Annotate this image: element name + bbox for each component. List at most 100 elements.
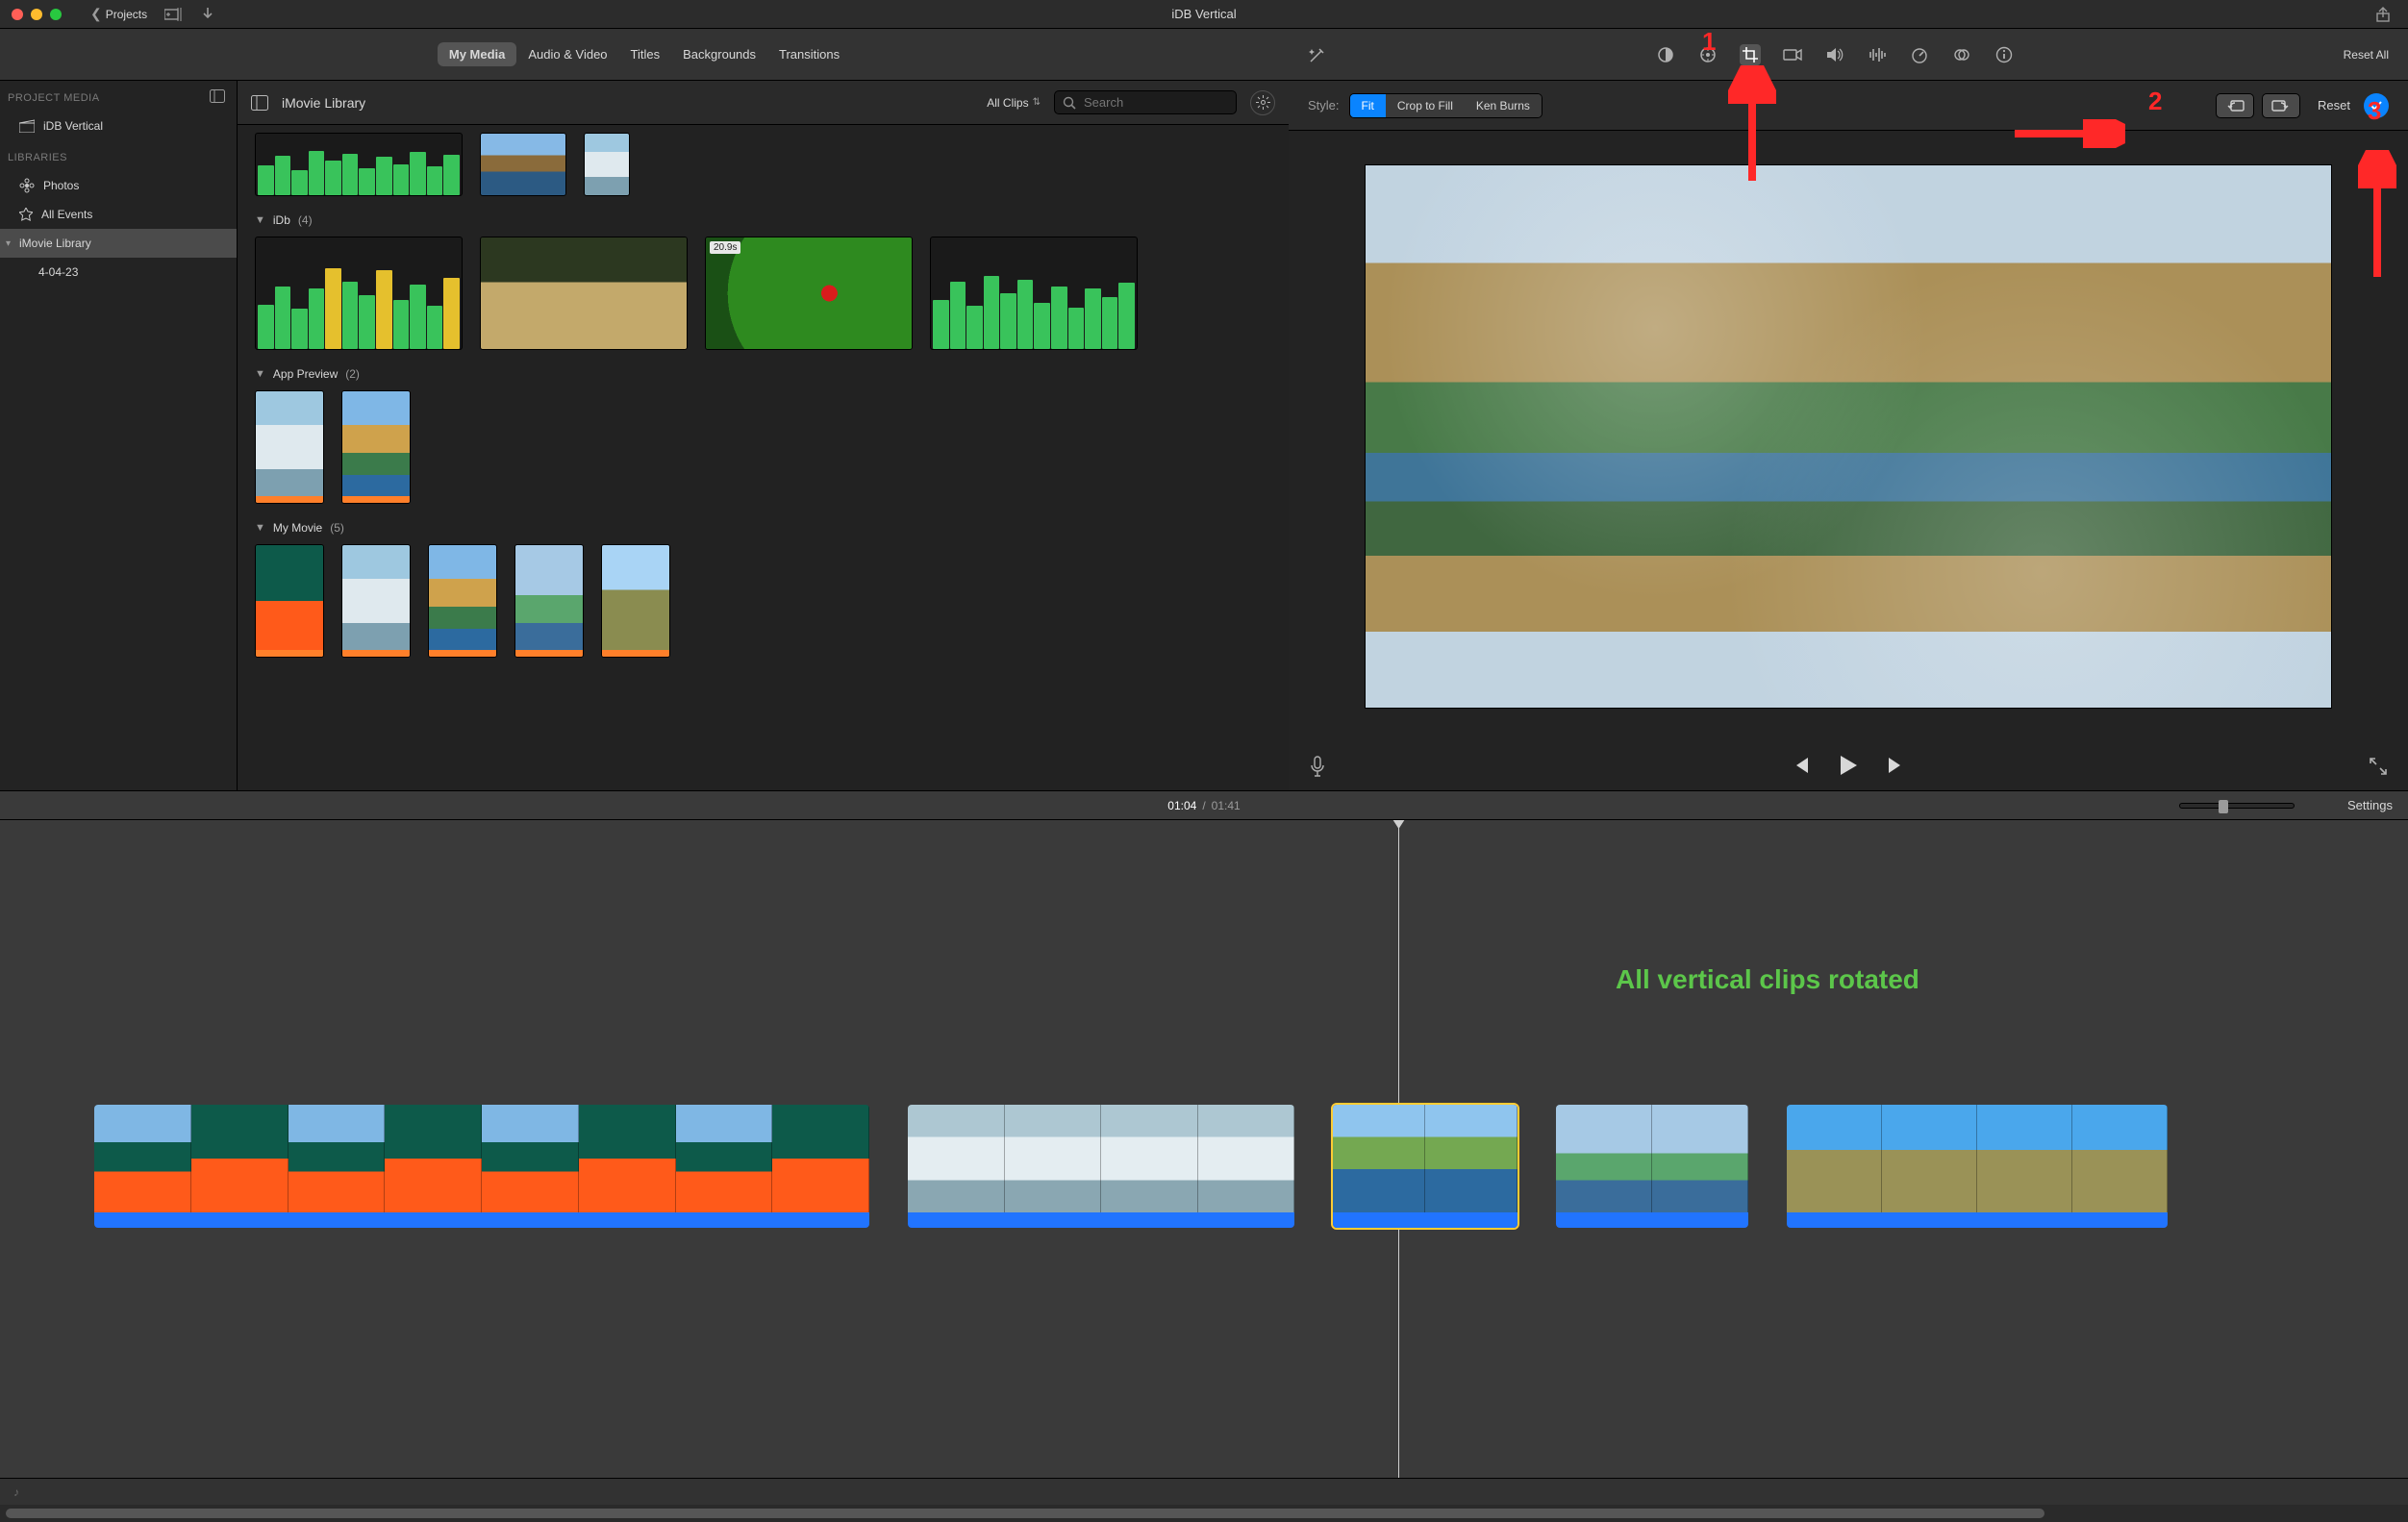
timeline-audio-row[interactable]: ♪ bbox=[0, 1478, 2408, 1505]
zoom-slider[interactable] bbox=[2179, 803, 2295, 809]
style-label: Style: bbox=[1308, 98, 1340, 112]
voiceover-icon[interactable] bbox=[1310, 756, 1325, 777]
download-icon[interactable] bbox=[201, 7, 214, 22]
search-input[interactable] bbox=[1082, 94, 1228, 111]
noise-reduction-icon[interactable] bbox=[1867, 44, 1888, 65]
reset-all-button[interactable]: Reset All bbox=[2344, 48, 2389, 62]
share-button[interactable] bbox=[2375, 6, 2391, 26]
reset-crop-button[interactable]: Reset bbox=[2318, 98, 2350, 112]
sidebar-toggle-icon[interactable] bbox=[251, 95, 268, 111]
tab-titles[interactable]: Titles bbox=[619, 42, 672, 66]
clip-trim-handle-right[interactable] bbox=[1294, 1105, 1296, 1228]
timeline-settings-button[interactable]: Settings bbox=[2347, 798, 2393, 812]
stabilization-icon[interactable] bbox=[1782, 44, 1803, 65]
event-header-app-preview[interactable]: ▼ App Preview (2) bbox=[255, 367, 1271, 381]
timeline-clip[interactable] bbox=[92, 1103, 871, 1230]
sidebar-item-all-events[interactable]: All Events bbox=[0, 200, 237, 229]
timeline-clip-selected[interactable] bbox=[1331, 1103, 1519, 1230]
clip-thumb[interactable] bbox=[341, 390, 411, 504]
clip-trim-handle-left[interactable] bbox=[1785, 1105, 1787, 1228]
timeline-clip[interactable] bbox=[1554, 1103, 1750, 1230]
sidebar-item-photos[interactable]: Photos bbox=[0, 171, 237, 200]
sidebar-item-project[interactable]: iDB Vertical bbox=[0, 112, 237, 140]
minimize-window-button[interactable] bbox=[31, 9, 42, 20]
project-media-header: PROJECT MEDIA bbox=[0, 81, 110, 112]
timeline-body[interactable]: All vertical clips rotated bbox=[0, 820, 2408, 1522]
fullscreen-icon[interactable] bbox=[2370, 758, 2387, 775]
clip-thumb[interactable] bbox=[584, 133, 630, 196]
clip-thumb[interactable] bbox=[514, 544, 584, 658]
clip-filter-icon[interactable] bbox=[1951, 44, 1972, 65]
library-header: iMovie Library All Clips ⇅ bbox=[238, 81, 1289, 125]
all-clips-label: All Clips bbox=[987, 96, 1028, 110]
clip-trim-handle-left[interactable] bbox=[92, 1105, 94, 1228]
event-header-my-movie[interactable]: ▼ My Movie (5) bbox=[255, 521, 1271, 535]
event-header-idb[interactable]: ▼ iDb (4) bbox=[255, 213, 1271, 227]
clip-trim-handle-right[interactable] bbox=[2168, 1105, 2170, 1228]
volume-icon[interactable] bbox=[1824, 44, 1845, 65]
sidebar-item-imovie-library[interactable]: ▾ iMovie Library bbox=[0, 229, 237, 258]
crop-style-ken-burns[interactable]: Ken Burns bbox=[1465, 94, 1542, 117]
clip-trim-handle-left[interactable] bbox=[906, 1105, 908, 1228]
info-icon[interactable] bbox=[1994, 44, 2015, 65]
zoom-knob[interactable] bbox=[2219, 800, 2228, 813]
crop-style-fit[interactable]: Fit bbox=[1350, 94, 1386, 117]
clip-thumb[interactable] bbox=[341, 544, 411, 658]
timeline-clip[interactable] bbox=[1785, 1103, 2170, 1230]
preview-video-frame[interactable] bbox=[1365, 164, 2332, 709]
clip-trim-handle-left[interactable] bbox=[1331, 1105, 1333, 1228]
timeline-scrollbar-thumb[interactable] bbox=[6, 1509, 2044, 1518]
back-to-projects-button[interactable]: ❮ Projects bbox=[90, 6, 147, 22]
go-to-end-button[interactable] bbox=[1887, 757, 1906, 777]
play-button[interactable] bbox=[1839, 755, 1858, 779]
clip-audio[interactable] bbox=[930, 237, 1138, 350]
crop-style-crop-to-fill[interactable]: Crop to Fill bbox=[1386, 94, 1465, 117]
rotate-cw-button[interactable] bbox=[2262, 93, 2300, 118]
hide-sidebar-icon[interactable] bbox=[210, 89, 225, 103]
event-name: My Movie bbox=[273, 521, 322, 535]
apply-crop-button[interactable] bbox=[2364, 93, 2389, 118]
clip-trim-handle-left[interactable] bbox=[1554, 1105, 1556, 1228]
library-title: iMovie Library bbox=[282, 95, 365, 111]
projects-label: Projects bbox=[106, 8, 147, 21]
color-correction-icon[interactable] bbox=[1697, 44, 1718, 65]
clip-thumb-cheetah[interactable] bbox=[480, 237, 688, 350]
titlebar-left: ❮ Projects bbox=[90, 6, 214, 22]
chevron-down-icon: ▼ bbox=[255, 214, 265, 226]
clip-audio[interactable] bbox=[255, 237, 463, 350]
chevron-down-icon: ▼ bbox=[255, 522, 265, 534]
clip-audio[interactable] bbox=[255, 133, 463, 196]
color-balance-icon[interactable] bbox=[1655, 44, 1676, 65]
clip-thumb[interactable] bbox=[255, 390, 324, 504]
tab-my-media[interactable]: My Media bbox=[438, 42, 517, 66]
enhance-wand-icon[interactable] bbox=[1308, 45, 1327, 64]
all-clips-dropdown[interactable]: All Clips ⇅ bbox=[987, 96, 1041, 110]
clip-trim-handle-right[interactable] bbox=[869, 1105, 871, 1228]
chevron-down-icon: ▼ bbox=[255, 368, 265, 380]
timeline-clip[interactable] bbox=[906, 1103, 1296, 1230]
clip-thumb[interactable] bbox=[480, 133, 566, 196]
clip-trim-handle-right[interactable] bbox=[1748, 1105, 1750, 1228]
go-to-start-button[interactable] bbox=[1791, 757, 1810, 777]
timeline-scrollbar[interactable] bbox=[0, 1505, 2408, 1522]
event-name: App Preview bbox=[273, 367, 338, 381]
sidebar-item-event-date[interactable]: 4-04-23 bbox=[0, 258, 237, 287]
import-media-icon[interactable] bbox=[164, 7, 184, 22]
clip-thumb-parrot[interactable]: 20.9s bbox=[705, 237, 913, 350]
clip-thumb[interactable] bbox=[428, 544, 497, 658]
clip-thumb[interactable] bbox=[601, 544, 670, 658]
tab-audio-video[interactable]: Audio & Video bbox=[516, 42, 618, 66]
library-settings-gear-icon[interactable] bbox=[1250, 90, 1275, 115]
tab-transitions[interactable]: Transitions bbox=[767, 42, 851, 66]
close-window-button[interactable] bbox=[12, 9, 23, 20]
clip-trim-handle-right[interactable] bbox=[1518, 1105, 1519, 1228]
crop-icon[interactable] bbox=[1740, 44, 1761, 65]
crop-controls-bar: Style: Fit Crop to Fill Ken Burns Reset bbox=[1289, 81, 2408, 131]
clip-thumb[interactable] bbox=[255, 544, 324, 658]
chevron-down-icon[interactable]: ▾ bbox=[6, 238, 11, 249]
tab-backgrounds[interactable]: Backgrounds bbox=[671, 42, 767, 66]
rotate-ccw-button[interactable] bbox=[2216, 93, 2254, 118]
speed-icon[interactable] bbox=[1909, 44, 1930, 65]
fullscreen-window-button[interactable] bbox=[50, 9, 62, 20]
libraries-header: LIBRARIES bbox=[0, 140, 237, 171]
